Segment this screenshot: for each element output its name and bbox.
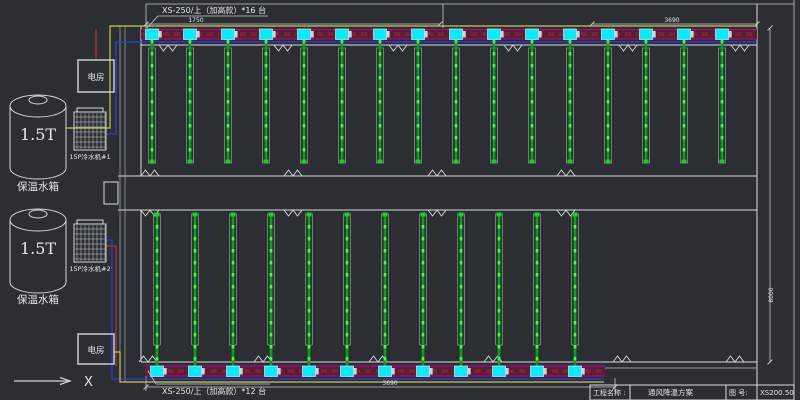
axis-x-label: X (84, 375, 93, 390)
duct-column[interactable] (643, 40, 650, 164)
dim-bottom: 3690 (382, 380, 397, 387)
label-leaders (147, 16, 270, 384)
duct-column[interactable] (605, 40, 612, 164)
titleblock-project-value: 通风降温方案 (648, 387, 693, 397)
chiller-unit-1[interactable] (74, 108, 106, 150)
power-room-2-label: 电房 (87, 345, 104, 356)
duct-column[interactable] (496, 213, 503, 367)
top-units-label: XS-250/上（加高款）*16 台 (162, 5, 266, 15)
cad-drawing-canvas[interactable]: XS-250/上（加高款）*16 台 XS-250/上（加高款）*12 台 电房… (0, 0, 800, 400)
duct-column[interactable] (306, 213, 313, 367)
duct-column[interactable] (458, 213, 465, 367)
bottom-units-label: XS-250/上（加高款）*12 台 (162, 386, 266, 396)
building-walls (104, 4, 757, 385)
titleblock-no-value: XS200.50 (760, 389, 794, 397)
cad-viewport[interactable]: XS-250/上（加高款）*16 台 XS-250/上（加高款）*12 台 电房… (0, 0, 800, 400)
dim-top-right: 3690 (664, 17, 679, 24)
piping-runs[interactable] (66, 26, 757, 382)
duct-column[interactable] (572, 213, 579, 367)
duct-column[interactable] (377, 40, 384, 164)
bottom-duct-row (151, 213, 585, 377)
duct-column[interactable] (154, 213, 161, 367)
duct-column[interactable] (681, 40, 688, 164)
titleblock-no-label: 图 号: (729, 389, 748, 397)
chiller-unit-2[interactable] (74, 220, 106, 262)
duct-column[interactable] (415, 40, 422, 164)
dimension-lines (144, 0, 795, 400)
duct-column[interactable] (230, 213, 237, 367)
tank-2-caption: 保温水箱 (17, 293, 59, 306)
duct-column[interactable] (567, 40, 574, 164)
duct-column[interactable] (268, 213, 275, 367)
chilled-water-supply-pipe-top[interactable] (66, 26, 757, 128)
duct-column[interactable] (382, 213, 389, 367)
ucs-x-axis-icon (14, 378, 70, 385)
duct-column[interactable] (344, 213, 351, 367)
chilled-water-return-pipe-bottom[interactable] (106, 240, 604, 379)
tank-2-capacity: 1.5T (20, 239, 56, 258)
duct-column[interactable] (529, 40, 536, 164)
chiller-1-label: 15P冷水机#1 (69, 152, 110, 161)
duct-column[interactable] (420, 213, 427, 367)
dim-top-left: 1750 (188, 17, 203, 24)
duct-column[interactable] (339, 40, 346, 164)
titleblock-project-label: 工程名称 : (593, 388, 626, 397)
duct-column[interactable] (263, 40, 270, 164)
duct-column[interactable] (187, 40, 194, 164)
duct-column[interactable] (225, 40, 232, 164)
tank-1-capacity: 1.5T (20, 125, 56, 144)
duct-column[interactable] (719, 40, 726, 164)
top-duct-row (146, 29, 732, 164)
dim-right: 8000 (768, 287, 775, 302)
chiller-2-label: 15P冷水机#2 (69, 264, 110, 273)
chilled-water-return-pipe-top[interactable] (106, 42, 757, 134)
duct-column[interactable] (491, 40, 498, 164)
duct-column[interactable] (192, 213, 199, 367)
duct-column[interactable] (534, 213, 541, 367)
duct-column[interactable] (149, 40, 156, 164)
tank-1-caption: 保温水箱 (17, 180, 59, 193)
door-window-symbols (139, 45, 749, 362)
duct-column[interactable] (301, 40, 308, 164)
power-room-1-label: 电房 (87, 72, 104, 83)
duct-column[interactable] (453, 40, 460, 164)
